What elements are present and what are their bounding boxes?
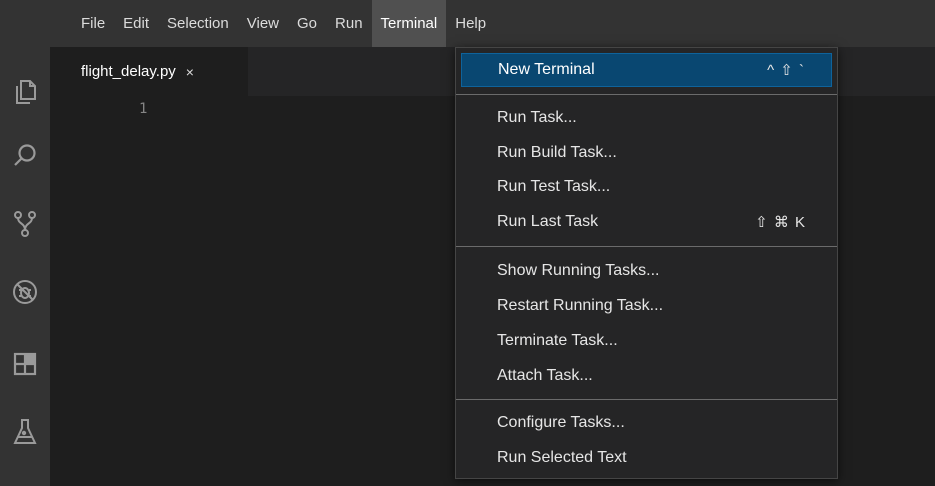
menu-file[interactable]: File <box>72 0 114 47</box>
menu-item-run-last-task[interactable]: Run Last Task ⇧ ⌘ K <box>461 205 832 239</box>
debug-icon[interactable] <box>8 275 42 309</box>
menu-item-run-task[interactable]: Run Task... <box>461 101 832 135</box>
extensions-icon[interactable] <box>8 347 42 381</box>
menu-separator <box>456 399 837 400</box>
menu-bar: File Edit Selection View Go Run Terminal… <box>0 0 935 47</box>
menu-item-label: Show Running Tasks... <box>497 262 660 279</box>
activity-bar <box>0 47 50 486</box>
menu-item-run-build-task[interactable]: Run Build Task... <box>461 136 832 170</box>
terminal-menu: New Terminal ^ ⇧ ` Run Task... Run Build… <box>455 47 838 479</box>
menu-terminal[interactable]: Terminal <box>371 0 447 47</box>
tab-flight-delay[interactable]: flight_delay.py × <box>50 47 248 96</box>
menu-go[interactable]: Go <box>288 0 326 47</box>
menu-item-label: Terminate Task... <box>497 332 618 349</box>
menu-separator <box>456 94 837 95</box>
menu-item-configure-tasks[interactable]: Configure Tasks... <box>461 406 832 440</box>
source-control-icon[interactable] <box>8 207 42 241</box>
menu-item-run-selected-text[interactable]: Run Selected Text <box>461 441 832 475</box>
menu-selection[interactable]: Selection <box>158 0 238 47</box>
menu-item-label: Run Selected Text <box>497 449 627 466</box>
menu-item-label: Restart Running Task... <box>497 297 664 314</box>
testing-icon[interactable] <box>8 415 42 449</box>
menu-item-terminate-task[interactable]: Terminate Task... <box>461 324 832 358</box>
menu-item-attach-task[interactable]: Attach Task... <box>461 359 832 393</box>
menu-item-show-running-tasks[interactable]: Show Running Tasks... <box>461 254 832 288</box>
menu-item-label: Attach Task... <box>497 367 593 384</box>
menu-item-label: New Terminal <box>498 61 595 78</box>
menu-item-shortcut: ⇧ ⌘ K <box>755 214 806 231</box>
menu-item-label: Configure Tasks... <box>497 414 625 431</box>
menu-item-run-test-task[interactable]: Run Test Task... <box>461 170 832 204</box>
menu-item-label: Run Test Task... <box>497 178 611 195</box>
menu-item-new-terminal[interactable]: New Terminal ^ ⇧ ` <box>461 53 832 87</box>
menu-item-label: Run Build Task... <box>497 144 617 161</box>
menu-run[interactable]: Run <box>326 0 372 47</box>
close-icon[interactable]: × <box>186 64 194 80</box>
tab-title: flight_delay.py <box>81 63 176 80</box>
files-icon[interactable] <box>8 75 42 109</box>
menu-item-label: Run Last Task <box>497 213 599 230</box>
menu-item-restart-running-task[interactable]: Restart Running Task... <box>461 289 832 323</box>
line-number: 1 <box>139 101 148 117</box>
menu-view[interactable]: View <box>238 0 288 47</box>
menu-item-shortcut: ^ ⇧ ` <box>767 62 805 79</box>
menu-separator <box>456 246 837 247</box>
menu-help[interactable]: Help <box>446 0 495 47</box>
menu-edit[interactable]: Edit <box>114 0 158 47</box>
search-icon[interactable] <box>8 139 42 173</box>
menu-item-label: Run Task... <box>497 109 577 126</box>
